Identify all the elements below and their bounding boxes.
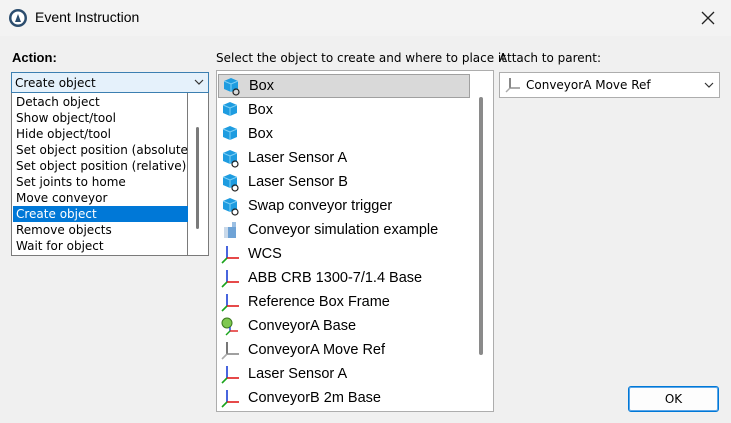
- parent-label: Attach to parent:: [499, 51, 602, 65]
- object-list-item[interactable]: Box: [218, 122, 470, 146]
- object-list-item[interactable]: WCS: [218, 242, 470, 266]
- box-icon: [220, 99, 242, 121]
- action-option[interactable]: Wait for object: [13, 238, 188, 254]
- object-list-item[interactable]: ABB CRB 1300-7/1.4 Base: [218, 266, 470, 290]
- object-label: Laser Sensor A: [248, 150, 348, 166]
- parent-dropdown-value: ConveyorA Move Ref: [526, 78, 651, 92]
- conveyor-base-icon: [220, 315, 242, 337]
- box-frame-icon: [221, 75, 243, 97]
- action-option[interactable]: Remove objects: [13, 222, 188, 238]
- object-list-item[interactable]: Laser Sensor A: [218, 362, 470, 386]
- object-label: Conveyor simulation example: [248, 222, 439, 238]
- object-label: Reference Box Frame: [248, 294, 390, 310]
- action-option[interactable]: Set object position (absolute): [13, 142, 193, 158]
- box-frame-icon: [220, 195, 242, 217]
- object-list-item[interactable]: ConveyorA Base: [218, 314, 470, 338]
- object-label: ConveyorB 2m Base: [248, 390, 381, 406]
- chevron-down-icon: [194, 79, 204, 85]
- object-label: Box: [248, 102, 273, 118]
- action-label: Action:: [12, 50, 57, 65]
- app-logo-icon: [8, 8, 28, 28]
- ok-button[interactable]: OK: [628, 386, 719, 412]
- object-list-item[interactable]: ConveyorB 2m Base: [218, 386, 470, 410]
- object-list-scrollbar-thumb[interactable]: [479, 97, 483, 355]
- object-list-item[interactable]: ConveyorA Move Ref: [218, 338, 470, 362]
- action-option[interactable]: Set object position (relative): [13, 158, 188, 174]
- frame-icon: [220, 387, 242, 409]
- close-icon: [701, 11, 715, 25]
- object-label: ABB CRB 1300-7/1.4 Base: [248, 270, 423, 286]
- frame-icon: [220, 243, 242, 265]
- action-option[interactable]: Detach object: [13, 94, 188, 110]
- action-option[interactable]: Show object/tool: [13, 110, 188, 126]
- object-list-item[interactable]: Reference Box Frame: [218, 290, 470, 314]
- object-label: Swap conveyor trigger: [248, 198, 393, 214]
- objects-label: Select the object to create and where to…: [216, 51, 506, 65]
- action-option[interactable]: Hide object/tool: [13, 126, 188, 142]
- frame-icon: [220, 291, 242, 313]
- object-label: Box: [249, 78, 274, 94]
- object-list-item[interactable]: Box: [218, 74, 470, 98]
- ok-button-label: OK: [664, 392, 683, 406]
- gray-frame-icon: [220, 339, 242, 361]
- station-icon: [220, 219, 242, 241]
- box-icon: [220, 123, 242, 145]
- action-dropdown[interactable]: Create object: [11, 72, 209, 93]
- title-bar: Event Instruction: [0, 0, 731, 36]
- window-title: Event Instruction: [35, 9, 140, 25]
- frame-icon: [220, 363, 242, 385]
- object-list-item[interactable]: Laser Sensor A: [218, 146, 470, 170]
- action-option[interactable]: Move conveyor: [13, 190, 188, 206]
- object-list-item[interactable]: Box: [218, 98, 470, 122]
- action-options-list[interactable]: Detach object Show object/tool Hide obje…: [11, 93, 193, 256]
- object-label: WCS: [248, 246, 282, 262]
- chevron-down-icon: [704, 82, 714, 88]
- action-option-selected[interactable]: Create object: [13, 206, 188, 222]
- parent-dropdown[interactable]: ConveyorA Move Ref: [499, 72, 720, 98]
- action-option[interactable]: Set joints to home: [13, 174, 188, 190]
- close-button[interactable]: [685, 0, 731, 36]
- object-label: ConveyorA Base: [248, 318, 357, 334]
- object-list-item[interactable]: Laser Sensor B: [218, 170, 470, 194]
- gray-frame-icon: [505, 78, 520, 93]
- frame-icon: [220, 267, 242, 289]
- object-list[interactable]: Box Box Box Laser Sensor A Laser Sensor …: [216, 70, 494, 412]
- object-list-item[interactable]: Swap conveyor trigger: [218, 194, 470, 218]
- object-label: Laser Sensor A: [248, 366, 348, 382]
- box-frame-icon: [220, 171, 242, 193]
- box-frame-icon: [220, 147, 242, 169]
- action-dropdown-value: Create object: [15, 75, 96, 90]
- object-label: Laser Sensor B: [248, 174, 348, 190]
- object-list-item[interactable]: Conveyor simulation example: [218, 218, 470, 242]
- action-scrollbar-thumb[interactable]: [196, 127, 199, 229]
- object-label: Box: [248, 126, 273, 142]
- object-label: ConveyorA Move Ref: [248, 342, 386, 358]
